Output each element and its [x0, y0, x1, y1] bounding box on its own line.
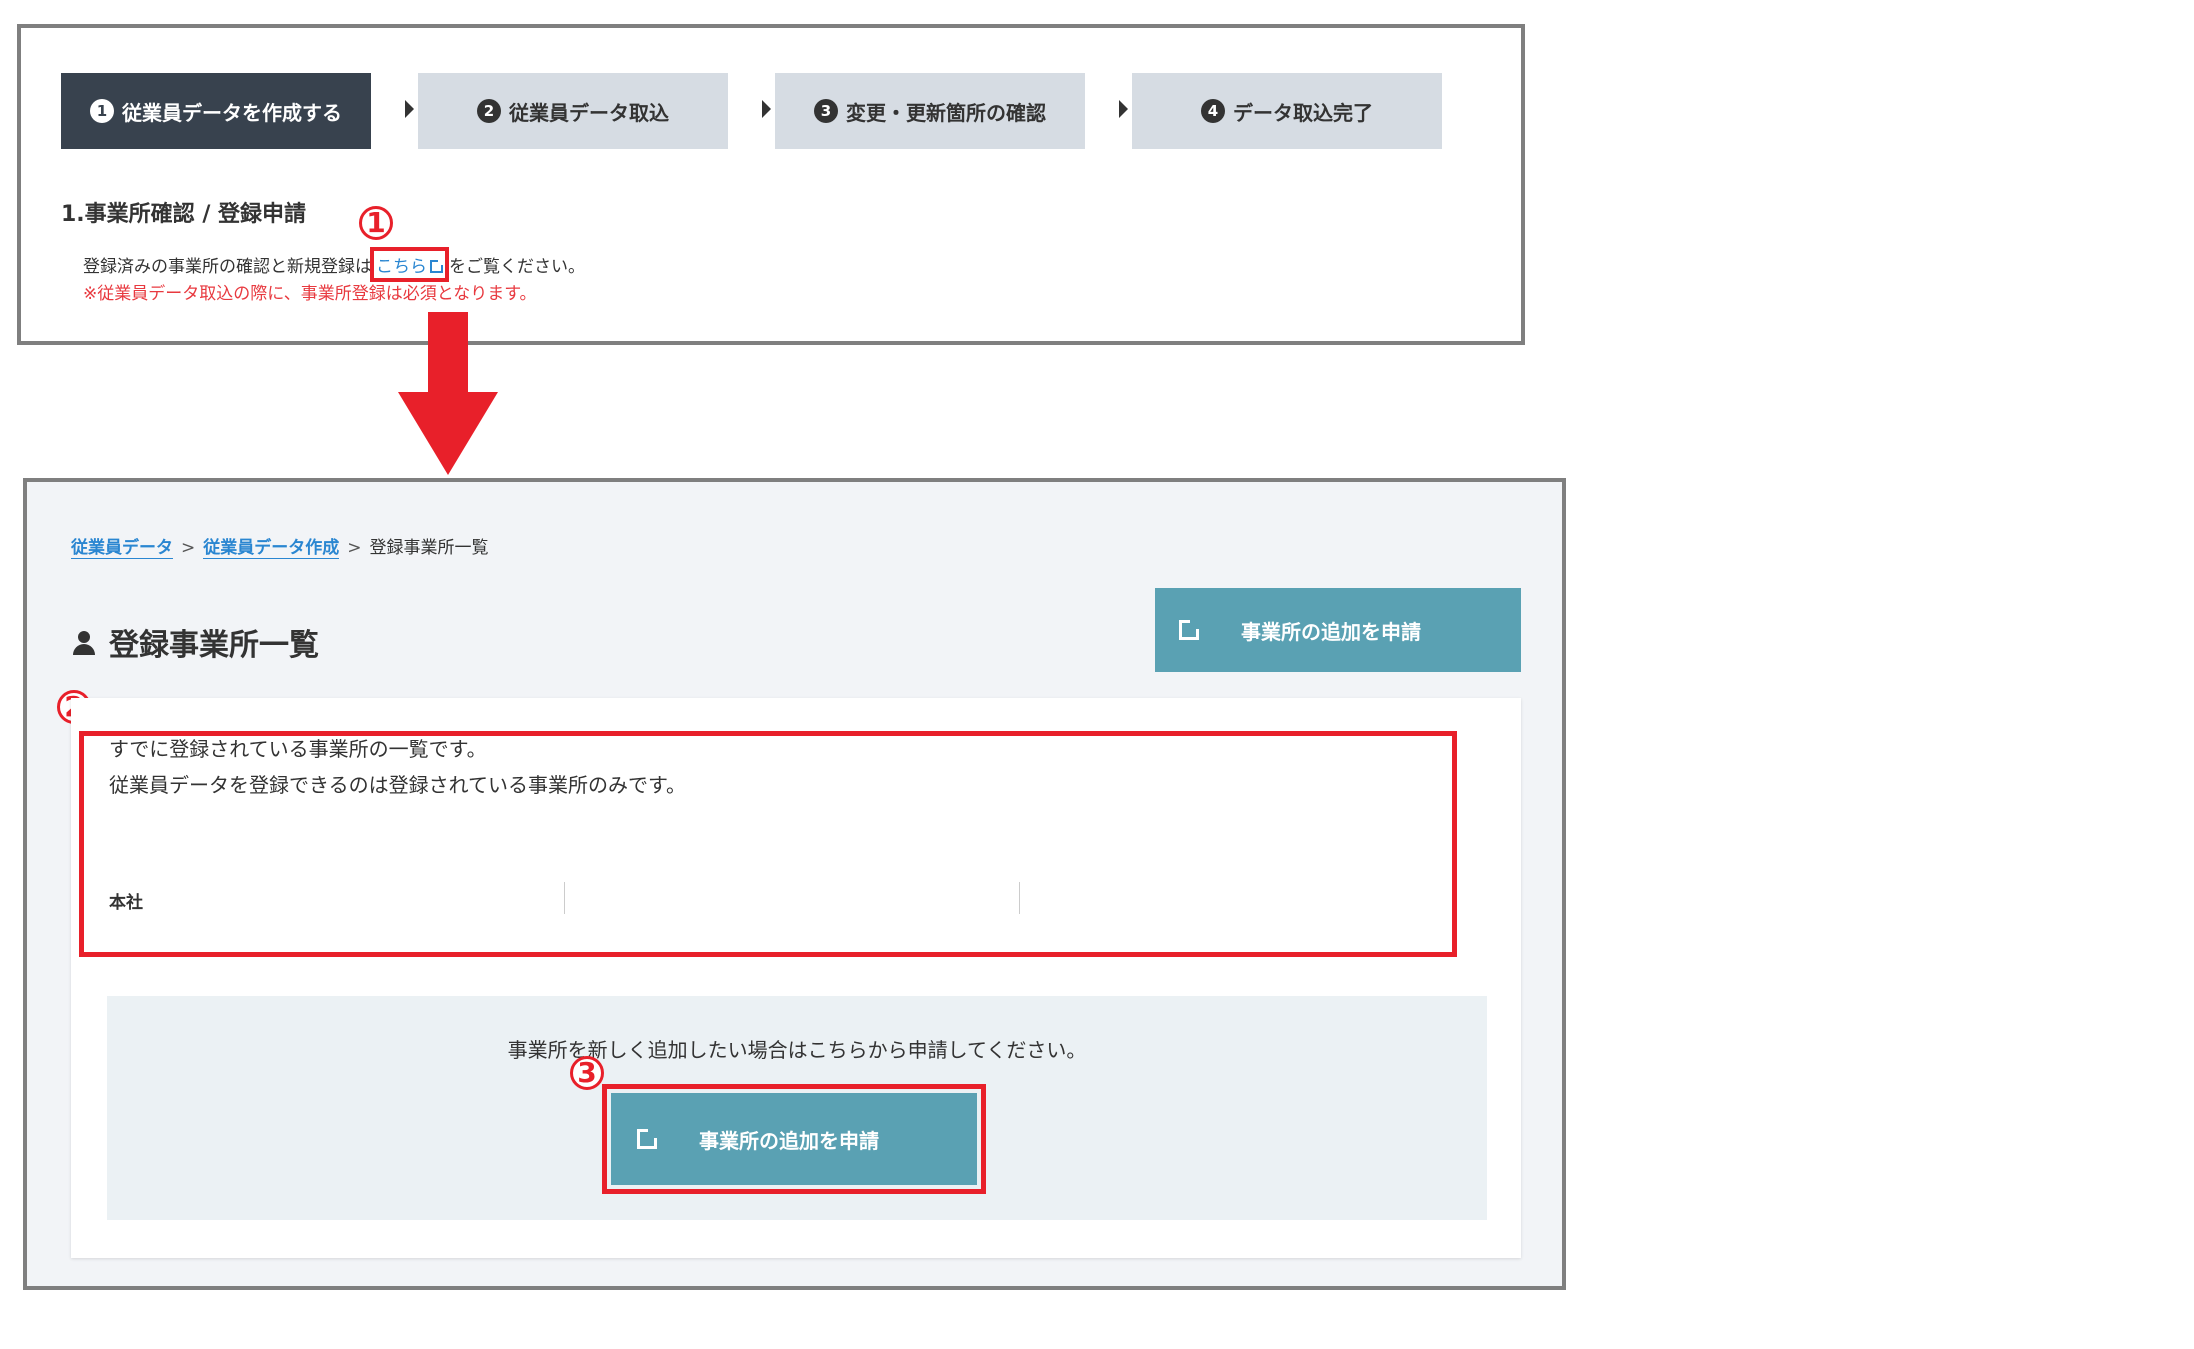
- breadcrumb-item-employee-create[interactable]: 従業員データ作成: [203, 538, 340, 559]
- wizard-panel: 1 従業員データを作成する 2 従業員データ取込 3 変更・更新箇所の確認 4 …: [17, 24, 1525, 345]
- step-label: 変更・更新箇所の確認: [846, 100, 1046, 125]
- step-arrow-icon: [1119, 100, 1128, 118]
- page-title: 登録事業所一覧: [71, 620, 319, 664]
- add-office-section: 事業所を新しく追加したい場合はこちらから申請してください。 3 事業所の追加を申…: [107, 996, 1487, 1220]
- breadcrumb-separator: >: [347, 538, 362, 558]
- step-label: データ取込完了: [1233, 100, 1373, 125]
- office-row: 本社: [109, 878, 1409, 918]
- highlight-box: [79, 731, 1457, 957]
- breadcrumb-separator: >: [181, 538, 196, 558]
- column-divider: [1019, 882, 1020, 914]
- step-number: 3: [814, 99, 838, 123]
- section-description: 登録済みの事業所の確認と新規登録は こちら をご覧ください。: [83, 247, 585, 282]
- page-title-text: 登録事業所一覧: [109, 628, 319, 663]
- office-name: 本社: [109, 893, 143, 913]
- step-3: 3 変更・更新箇所の確認: [775, 73, 1085, 149]
- office-list-page: 従業員データ > 従業員データ作成 > 登録事業所一覧 登録事業所一覧 事業所の追加を申…: [23, 478, 1566, 1290]
- step-label: 従業員データ取込: [509, 100, 669, 125]
- button-label: 事業所の追加を申請: [1241, 619, 1421, 644]
- text-before-link: 登録済みの事業所の確認と新規登録は: [83, 257, 372, 277]
- office-list-link[interactable]: こちら: [370, 247, 449, 282]
- external-link-icon: [1179, 618, 1201, 640]
- card-description-1: すでに登録されている事業所の一覧です。: [109, 737, 487, 761]
- highlight-box: 事業所の追加を申請: [602, 1084, 986, 1194]
- link-label: こちら: [376, 257, 427, 277]
- breadcrumb-current: 登録事業所一覧: [369, 538, 489, 558]
- annotation-1: 1: [359, 206, 393, 240]
- add-office-prompt: 事業所を新しく追加したい場合はこちらから申請してください。: [507, 1038, 1087, 1062]
- step-number: 2: [477, 99, 501, 123]
- step-1: 1 従業員データを作成する: [61, 73, 371, 149]
- step-arrow-icon: [762, 100, 771, 118]
- step-4: 4 データ取込完了: [1132, 73, 1442, 149]
- external-link-icon: [637, 1127, 659, 1149]
- external-link-icon: [430, 259, 444, 273]
- step-number: 4: [1201, 99, 1225, 123]
- button-label: 事業所の追加を申請: [699, 1128, 879, 1153]
- warning-text: ※従業員データ取込の際に、事業所登録は必須となります。: [83, 284, 537, 304]
- person-icon: [71, 629, 97, 655]
- add-office-button[interactable]: 事業所の追加を申請: [1155, 588, 1521, 672]
- breadcrumb-item-employee-data[interactable]: 従業員データ: [71, 538, 173, 559]
- card-description-2: 従業員データを登録できるのは登録されている事業所のみです。: [109, 773, 686, 797]
- step-2: 2 従業員データ取込: [418, 73, 728, 149]
- step-arrow-icon: [405, 100, 414, 118]
- text-after-link: をご覧ください。: [449, 257, 585, 277]
- section-title: 1.事業所確認 / 登録申請: [61, 202, 307, 227]
- annotation-3: 3: [570, 1056, 604, 1090]
- step-number: 1: [90, 99, 114, 123]
- office-list-card: すでに登録されている事業所の一覧です。 従業員データを登録できるのは登録されてい…: [71, 698, 1521, 1258]
- breadcrumb: 従業員データ > 従業員データ作成 > 登録事業所一覧: [71, 533, 489, 559]
- step-label: 従業員データを作成する: [122, 100, 342, 125]
- add-office-request-button[interactable]: 事業所の追加を申請: [611, 1093, 977, 1185]
- column-divider: [564, 882, 565, 914]
- down-arrow-icon: [398, 312, 498, 475]
